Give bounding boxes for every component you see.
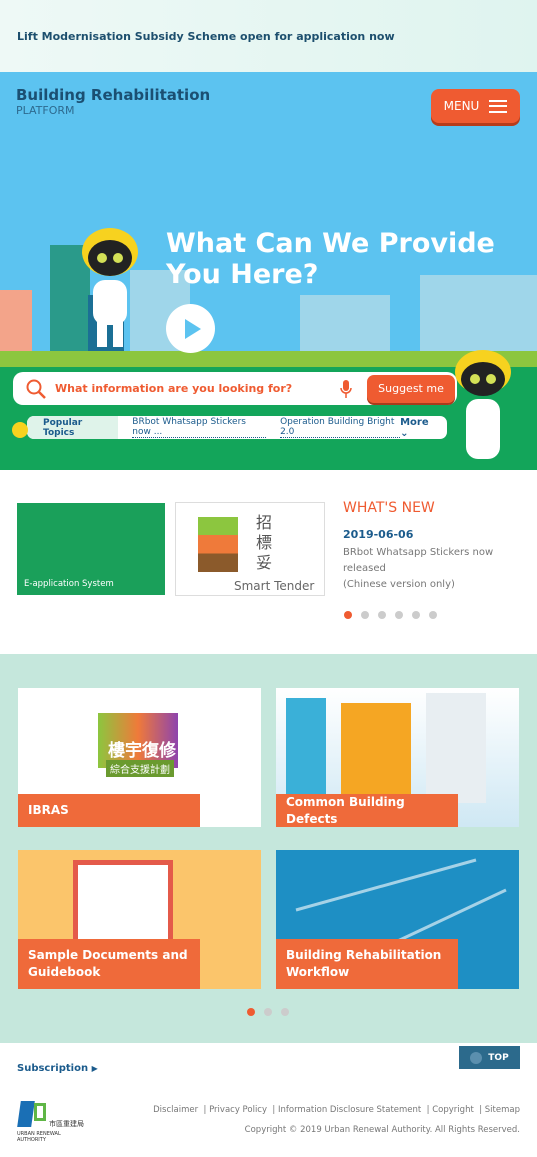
- pagination-dot[interactable]: [264, 1008, 272, 1016]
- tiles-pagination: [247, 1008, 289, 1016]
- footer-links: Disclaimer | Privacy Policy | Informatio…: [153, 1105, 520, 1115]
- subscription-label: Subscription: [17, 1063, 89, 1074]
- pagination-dot[interactable]: [361, 611, 369, 619]
- news-text-line2: (Chinese version only): [343, 579, 455, 590]
- announcement-banner[interactable]: Lift Modernisation Subsidy Scheme open f…: [0, 0, 537, 72]
- news-section: E-application System 招標妥 Smart Tender WH…: [0, 470, 537, 654]
- subscription-link[interactable]: Subscription ▶: [17, 1063, 98, 1074]
- more-topics-button[interactable]: More ⌄: [400, 417, 437, 439]
- chevron-down-icon: ⌄: [400, 427, 409, 439]
- tile-rehabilitation-workflow[interactable]: Building Rehabilitation Workflow: [276, 850, 519, 989]
- ura-logo-text: URBAN RENEWAL AUTHORITY: [17, 1131, 61, 1143]
- news-pagination: [344, 611, 437, 619]
- information-disclosure-link[interactable]: Information Disclosure Statement: [278, 1105, 421, 1115]
- back-to-top-button[interactable]: TOP: [459, 1046, 520, 1069]
- robot-mascot-icon: [82, 228, 138, 347]
- e-application-card[interactable]: E-application System: [17, 503, 165, 595]
- tile-sample-documents[interactable]: Sample Documents and Guidebook: [18, 850, 261, 989]
- topic-link[interactable]: BRbot Whatsapp Stickers now ...: [132, 417, 267, 438]
- robot-mascot-icon: [455, 350, 511, 459]
- topic-link[interactable]: Operation Building Bright 2.0: [280, 417, 401, 438]
- tile-common-building-defects[interactable]: Common Building Defects: [276, 688, 519, 827]
- suggest-me-button[interactable]: Suggest me: [367, 374, 455, 403]
- logo-subtitle: PLATFORM: [16, 104, 75, 117]
- news-date: 2019-06-06: [343, 528, 414, 541]
- pagination-dot[interactable]: [247, 1008, 255, 1016]
- pagination-dot[interactable]: [429, 611, 437, 619]
- copyright-link[interactable]: Copyright: [432, 1105, 474, 1115]
- chevron-up-icon: [470, 1051, 483, 1064]
- site-logo[interactable]: Building Rehabilitation PLATFORM: [16, 88, 210, 118]
- tile-caption: Common Building Defects: [276, 794, 458, 827]
- play-video-button[interactable]: [166, 304, 215, 353]
- building-illustration: [0, 290, 32, 355]
- menu-button[interactable]: MENU: [431, 89, 520, 123]
- menu-label: MENU: [443, 99, 480, 113]
- caret-right-icon: ▶: [91, 1064, 98, 1073]
- hero-title-line2: You Here?: [166, 259, 319, 290]
- search-icon: [26, 379, 46, 399]
- top-label: TOP: [488, 1052, 509, 1063]
- smart-tender-cjk: 招標妥: [256, 513, 273, 572]
- news-text[interactable]: BRbot Whatsapp Stickers now released (Chi…: [343, 545, 537, 593]
- ura-logo-cjk: 市區重建局: [49, 1120, 84, 1128]
- news-text-line1: BRbot Whatsapp Stickers now released: [343, 547, 494, 574]
- copyright-text: Copyright © 2019 Urban Renewal Authority…: [244, 1125, 520, 1135]
- sitemap-link[interactable]: Sitemap: [485, 1105, 520, 1115]
- caption-line1: Sample Documents and: [28, 948, 188, 962]
- feature-tiles: 樓宇復修 綜合支援計劃 IBRAS Common Building Defect…: [0, 654, 537, 1043]
- tile-caption: Building Rehabilitation Workflow: [276, 939, 458, 989]
- microphone-icon[interactable]: [339, 379, 353, 399]
- ibras-cjk-sub: 綜合支援計劃: [106, 760, 174, 777]
- search-input[interactable]: What information are you looking for?: [55, 382, 339, 395]
- tile-caption: Sample Documents and Guidebook: [18, 939, 200, 989]
- tile-caption: IBRAS: [18, 794, 200, 827]
- caption-line1: Building Rehabilitation: [286, 948, 442, 962]
- card-label: E-application System: [24, 579, 114, 589]
- pagination-dot[interactable]: [378, 611, 386, 619]
- ura-logo: 市區重建局 URBAN RENEWAL AUTHORITY: [17, 1101, 97, 1145]
- hero-banner: Building Rehabilitation PLATFORM MENU Wha…: [0, 72, 537, 367]
- hero-title: What Can We Provide You Here?: [166, 228, 495, 290]
- building-illustration: [286, 698, 326, 798]
- popular-topics-bar: Popular Topics BRbot Whatsapp Stickers n…: [27, 416, 447, 439]
- hero-title-line1: What Can We Provide: [166, 228, 495, 259]
- popular-topics-label: Popular Topics: [27, 416, 119, 439]
- smart-tender-logo: [198, 517, 238, 572]
- search-bar[interactable]: What information are you looking for? Su…: [13, 372, 457, 405]
- building-illustration: [426, 693, 486, 803]
- smiley-icon: [12, 422, 28, 438]
- ibras-cjk: 樓宇復修: [108, 741, 176, 761]
- building-illustration: [341, 703, 411, 798]
- city-backdrop: [300, 295, 390, 355]
- whats-new-heading: WHAT'S NEW: [343, 500, 435, 516]
- whats-new: WHAT'S NEW 2019-06-06 BRbot Whatsapp Sti…: [343, 500, 537, 593]
- search-section: What information are you looking for? Su…: [0, 350, 537, 470]
- ura-logo-mark: [17, 1101, 35, 1127]
- more-label: More: [400, 416, 429, 428]
- caption-line2: Guidebook: [28, 965, 101, 979]
- footer: Subscription ▶ TOP 市區重建局 URBAN RENEWAL A…: [0, 1043, 537, 1156]
- disclaimer-link[interactable]: Disclaimer: [153, 1105, 198, 1115]
- logo-title: Building Rehabilitation: [16, 86, 211, 104]
- pagination-dot[interactable]: [344, 611, 352, 619]
- smart-tender-label: Smart Tender: [234, 579, 315, 593]
- pagination-dot[interactable]: [395, 611, 403, 619]
- ura-logo-mark: [34, 1103, 46, 1121]
- tile-ibras[interactable]: 樓宇復修 綜合支援計劃 IBRAS: [18, 688, 261, 827]
- caption-line2: Workflow: [286, 965, 350, 979]
- announcement-text[interactable]: Lift Modernisation Subsidy Scheme open f…: [17, 30, 395, 43]
- hamburger-icon: [489, 99, 508, 113]
- pagination-dot[interactable]: [281, 1008, 289, 1016]
- privacy-policy-link[interactable]: Privacy Policy: [209, 1105, 267, 1115]
- pagination-dot[interactable]: [412, 611, 420, 619]
- smart-tender-card[interactable]: 招標妥 Smart Tender: [175, 502, 325, 596]
